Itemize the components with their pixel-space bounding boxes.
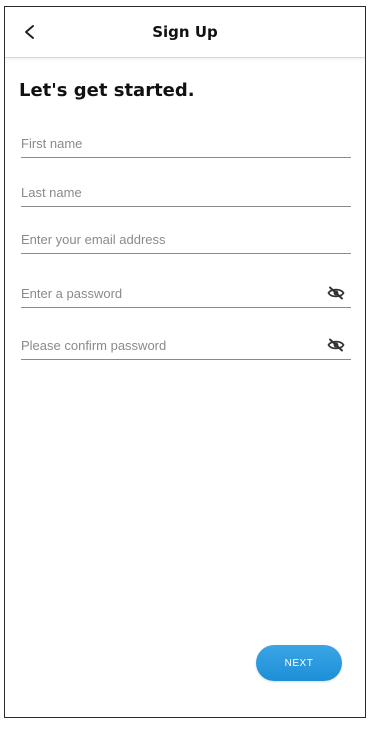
app-screen: Sign Up Let's get started. NE [4,6,366,718]
last-name-input[interactable] [21,180,351,204]
last-name-field-wrapper [21,180,351,207]
chevron-left-icon [25,25,34,39]
confirm-password-input[interactable] [21,333,351,357]
form-heading: Let's get started. [19,80,195,101]
back-button[interactable] [17,19,43,45]
confirm-password-field-wrapper [21,333,351,360]
top-bar: Sign Up [5,7,365,58]
next-button[interactable]: NEXT [256,645,342,681]
password-visibility-toggle[interactable] [325,283,347,303]
page-title: Sign Up [152,23,218,41]
email-field-wrapper [21,227,351,254]
password-field-wrapper [21,281,351,308]
email-input[interactable] [21,227,351,251]
eye-off-icon [327,338,345,352]
first-name-input[interactable] [21,131,351,155]
first-name-field-wrapper [21,131,351,158]
eye-off-icon [327,286,345,300]
password-input[interactable] [21,281,351,305]
confirm-password-visibility-toggle[interactable] [325,335,347,355]
